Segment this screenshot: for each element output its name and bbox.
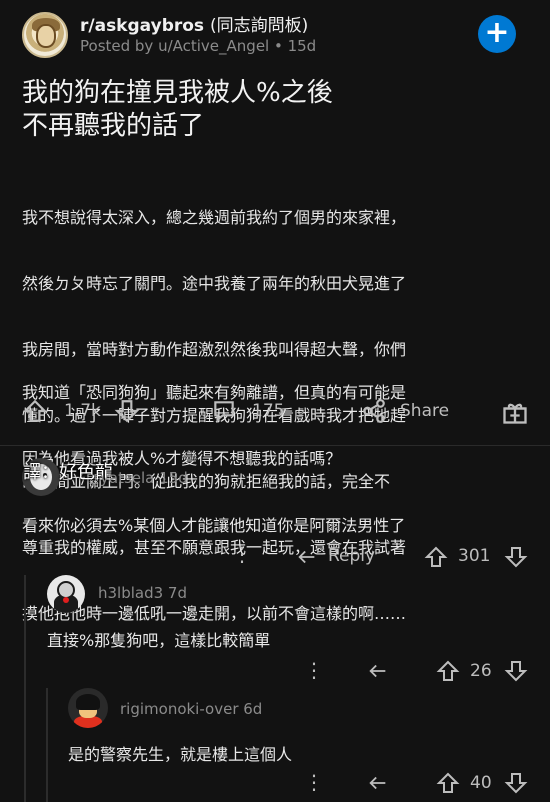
award-button[interactable]	[501, 398, 529, 426]
post-title-line: 不再聽我的話了	[22, 111, 205, 141]
subreddit-link[interactable]: r/askgaybros	[80, 16, 204, 36]
comment-author[interactable]: yatsela 15d	[100, 469, 188, 487]
comment-vote-count: 40	[470, 773, 492, 793]
upvote-icon[interactable]	[22, 398, 48, 424]
reply-icon[interactable]	[366, 772, 390, 794]
comment-vote-count: 301	[458, 546, 491, 566]
comment-action-bar: ⋮ 40	[0, 770, 550, 800]
comment-vote-count: 26	[470, 661, 492, 681]
comment-text: 直接%那隻狗吧，這樣比較簡單	[47, 631, 271, 650]
divider	[0, 445, 550, 446]
join-plus-button[interactable]: +	[478, 15, 516, 53]
reply-button[interactable]: Reply	[328, 546, 375, 566]
comment-bubble-icon	[214, 401, 234, 422]
commenter-avatar[interactable]	[47, 575, 85, 613]
post-body-line: 然後ㄉㄆ時忘了關門。途中我養了兩年的秋田犬晃進了	[22, 274, 407, 293]
comments-button[interactable]	[210, 398, 238, 424]
upvote-icon[interactable]	[436, 771, 460, 795]
upvote-icon[interactable]	[436, 659, 460, 683]
subreddit-name[interactable]: r/askgaybros (同志詢問板)	[80, 11, 308, 36]
share-icon	[363, 399, 385, 423]
avatar-hair	[76, 694, 100, 710]
post-body-line: 我不想說得太深入，總之幾週前我約了個男的來家裡，	[22, 208, 407, 227]
reply-icon[interactable]	[295, 546, 319, 568]
post-header: r/askgaybros (同志詢問板) Posted by u/Active_…	[0, 0, 550, 66]
posted-by[interactable]: Posted by u/Active_Angel • 15d	[80, 37, 316, 55]
comment-action-bar: ⋮ Reply 301	[0, 543, 550, 573]
reply-icon[interactable]	[366, 660, 390, 682]
share-label[interactable]: Share	[400, 401, 449, 421]
share-button[interactable]	[360, 398, 388, 424]
subreddit-tag: (同志詢問板)	[209, 16, 309, 36]
comment-text: 看來你必須去%某個人才能讓他知道你是阿爾法男性了	[22, 516, 406, 535]
downvote-button[interactable]	[114, 398, 140, 424]
avatar-face	[36, 24, 56, 48]
upvote-button[interactable]	[22, 398, 48, 424]
post-action-bar: 1.7k 175 Share	[0, 392, 550, 430]
comment-count[interactable]: 175	[252, 401, 284, 421]
downvote-icon[interactable]	[504, 545, 528, 569]
post-vote-count: 1.7k	[64, 401, 101, 421]
post-title: 我的狗在撞見我被人%之後 不再聽我的話了	[22, 77, 522, 143]
post-title-line: 我的狗在撞見我被人%之後	[22, 78, 333, 108]
gift-icon	[503, 403, 527, 424]
downvote-icon[interactable]	[504, 771, 528, 795]
comment-author[interactable]: rigimonoki-over 6d	[120, 700, 262, 718]
downvote-icon[interactable]	[504, 659, 528, 683]
more-options-icon[interactable]: ⋮	[304, 772, 324, 792]
thread-line[interactable]	[24, 575, 26, 802]
more-options-icon[interactable]: ⋮	[232, 544, 252, 564]
comment-action-bar: ⋮ 26	[0, 657, 550, 687]
commenter-avatar[interactable]	[68, 688, 108, 728]
avatar-badge	[63, 597, 69, 603]
subreddit-avatar[interactable]	[22, 12, 68, 58]
upvote-icon[interactable]	[424, 545, 448, 569]
comment-author[interactable]: h3lblad3 7d	[98, 584, 187, 602]
downvote-icon[interactable]	[114, 398, 140, 424]
comment-text: 是的警察先生，就是樓上這個人	[68, 745, 293, 764]
post-body-line: 摸他抱他時一邊低吼一邊走開，以前不會這樣的啊……	[22, 604, 407, 623]
more-options-icon[interactable]: ⋮	[304, 660, 324, 680]
